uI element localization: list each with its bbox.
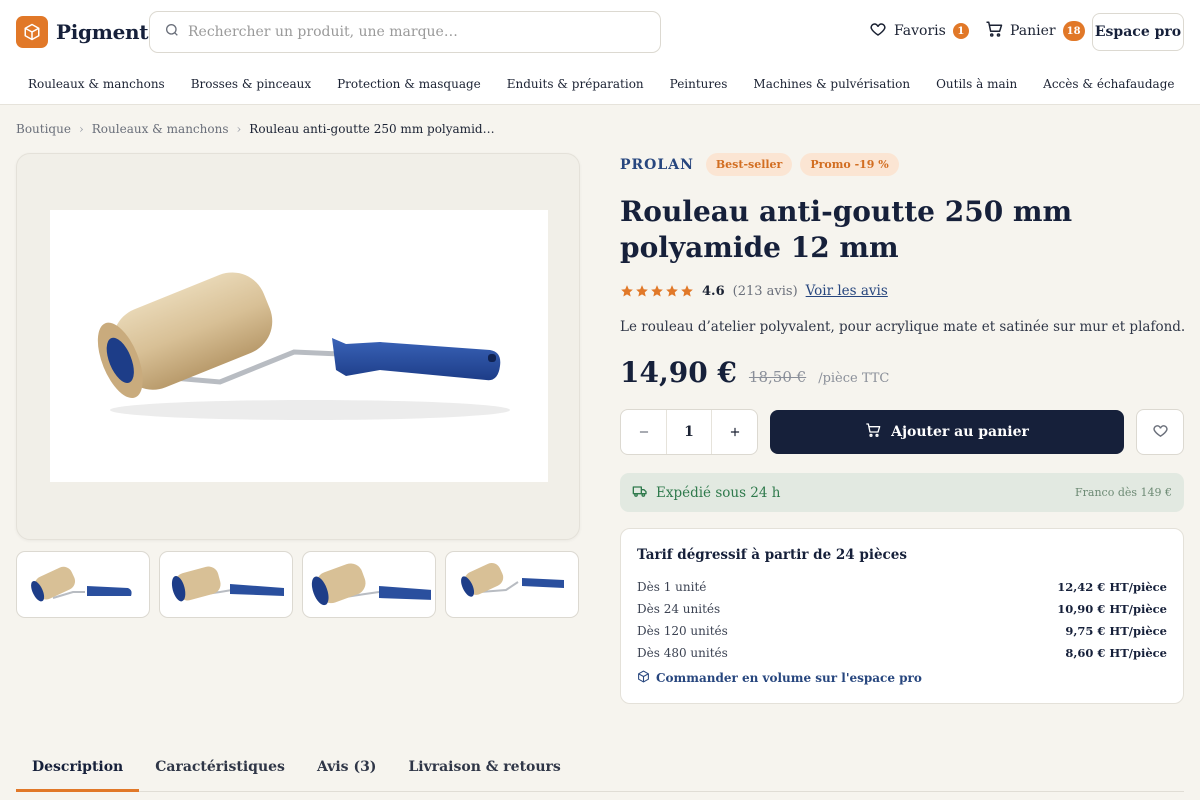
star-icon <box>666 285 678 297</box>
thumbnail-3[interactable] <box>302 551 436 618</box>
tab-caracteristiques[interactable]: Caractéristiques <box>139 747 301 787</box>
heart-icon <box>869 20 887 42</box>
free-shipping-text: Franco dès 149 € <box>1075 486 1172 499</box>
rating-value: 4.6 <box>702 283 725 299</box>
favoris-label: Favoris <box>894 23 946 39</box>
breadcrumb: Boutique › Rouleaux & manchons › Rouleau… <box>16 122 495 136</box>
product-main-image[interactable] <box>16 153 580 540</box>
shipping-banner: Expédié sous 24 h Franco dès 149 € <box>620 473 1184 512</box>
quantity-stepper: 1 <box>620 409 758 455</box>
star-icon <box>621 285 633 297</box>
product-subtitle: Le rouleau d’atelier polyvalent, pour ac… <box>620 319 1186 335</box>
top-header: Pigmento Favoris 1 Panier 18 Espace pro <box>0 0 1200 64</box>
nav-item-protection[interactable]: Protection & masquage <box>337 77 481 91</box>
price-old: 18,50 € <box>748 368 807 386</box>
star-icon <box>636 285 648 297</box>
favoris-count-badge: 1 <box>952 23 969 39</box>
tier-quantity: Dès 24 unités <box>637 602 721 616</box>
thumbnail-2[interactable] <box>159 551 293 618</box>
tier-price: 8,60 € HT/pièce <box>1065 646 1167 660</box>
tab-livraison[interactable]: Livraison & retours <box>392 747 576 787</box>
espace-pro-button[interactable]: Espace pro <box>1092 13 1184 51</box>
nav-item-peintures[interactable]: Peintures <box>670 77 728 91</box>
minus-icon <box>639 431 648 433</box>
tier-quantity: Dès 1 unité <box>637 580 707 594</box>
tab-avis[interactable]: Avis (3) <box>301 747 393 787</box>
nav-item-machines[interactable]: Machines & pulvérisation <box>753 77 910 91</box>
badge-promo: Promo -19 % <box>800 153 899 176</box>
tier-price: 12,42 € HT/pièce <box>1057 580 1167 594</box>
quantity-value[interactable]: 1 <box>666 410 712 454</box>
tier-row: Dès 120 unités 9,75 € HT/pièce <box>637 620 1167 642</box>
category-nav: Rouleaux & manchons Brosses & pinceaux P… <box>0 64 1200 105</box>
breadcrumb-item-category[interactable]: Rouleaux & manchons <box>92 122 229 136</box>
shipping-text: Expédié sous 24 h <box>656 484 781 501</box>
heart-icon <box>1152 422 1169 442</box>
tier-pricing-card: Tarif dégressif à partir de 24 pièces Dè… <box>620 528 1184 704</box>
tier-title: Tarif dégressif à partir de 24 pièces <box>637 547 907 563</box>
decrement-button[interactable] <box>621 410 666 454</box>
tier-price: 10,90 € HT/pièce <box>1057 602 1167 616</box>
tab-description[interactable]: Description <box>16 747 140 792</box>
price-current: 14,90 € <box>620 356 737 389</box>
price-unit: /pièce TTC <box>818 371 890 386</box>
chevron-right-icon: › <box>236 122 242 136</box>
nav-item-enduits[interactable]: Enduits & préparation <box>507 77 644 91</box>
breadcrumb-item-boutique[interactable]: Boutique <box>16 122 71 136</box>
add-to-cart-label: Ajouter au panier <box>891 424 1029 440</box>
favoris-link[interactable]: Favoris 1 <box>869 20 969 42</box>
volume-order-label: Commander en volume sur l'espace pro <box>656 671 922 685</box>
search-bar[interactable] <box>149 11 661 53</box>
tier-quantity: Dès 120 unités <box>637 624 728 638</box>
cart-icon <box>865 422 881 442</box>
tier-row: Dès 24 unités 10,90 € HT/pièce <box>637 598 1167 620</box>
panier-link[interactable]: Panier 18 <box>985 20 1085 42</box>
tier-row: Dès 1 unité 12,42 € HT/pièce <box>637 576 1167 598</box>
logo-text: Pigmento <box>56 20 162 44</box>
tier-quantity: Dès 480 unités <box>637 646 728 660</box>
chevron-right-icon: › <box>78 122 84 136</box>
breadcrumb-item-current: Rouleau anti-goutte 250 mm polyamid… <box>249 122 495 136</box>
cart-icon <box>985 20 1003 42</box>
nav-item-acces[interactable]: Accès & échafaudage <box>1043 77 1174 91</box>
reviews-link[interactable]: Voir les avis <box>806 283 888 299</box>
wishlist-button[interactable] <box>1136 409 1184 455</box>
nav-item-outils[interactable]: Outils à main <box>936 77 1017 91</box>
nav-item-rouleaux[interactable]: Rouleaux & manchons <box>28 77 165 91</box>
truck-icon <box>632 483 648 503</box>
box-icon <box>16 16 48 48</box>
product-tabs: Description Caractéristiques Avis (3) Li… <box>16 752 1184 792</box>
search-icon <box>164 22 180 42</box>
logo[interactable]: Pigmento <box>16 16 162 48</box>
brand-name[interactable]: PROLAN <box>620 157 694 173</box>
star-icon <box>681 285 693 297</box>
product-title: Rouleau anti-goutte 250 mm polyamide 12 … <box>620 195 1073 264</box>
product-photo <box>50 210 548 482</box>
brand-row: PROLAN Best-seller Promo -19 % <box>620 153 899 176</box>
tier-row: Dès 480 unités 8,60 € HT/pièce <box>637 642 1167 664</box>
thumbnail-4[interactable] <box>445 551 579 618</box>
badge-bestseller: Best-seller <box>705 153 793 176</box>
price-row: 14,90 € 18,50 € /pièce TTC <box>620 356 889 389</box>
increment-button[interactable] <box>712 410 757 454</box>
panier-label: Panier <box>1010 23 1056 39</box>
box-icon <box>637 670 650 686</box>
plus-icon <box>730 427 739 437</box>
nav-item-brosses[interactable]: Brosses & pinceaux <box>191 77 311 91</box>
search-input[interactable] <box>188 24 648 40</box>
panier-count-badge: 18 <box>1062 21 1085 41</box>
rating-stars <box>620 284 694 298</box>
star-icon <box>651 285 663 297</box>
tier-price: 9,75 € HT/pièce <box>1065 624 1167 638</box>
rating-row: 4.6 (213 avis) Voir les avis <box>620 283 888 299</box>
volume-order-link[interactable]: Commander en volume sur l'espace pro <box>637 670 1167 686</box>
thumbnail-1[interactable] <box>16 551 150 618</box>
add-to-cart-button[interactable]: Ajouter au panier <box>770 410 1124 454</box>
review-count: (213 avis) <box>732 283 798 299</box>
